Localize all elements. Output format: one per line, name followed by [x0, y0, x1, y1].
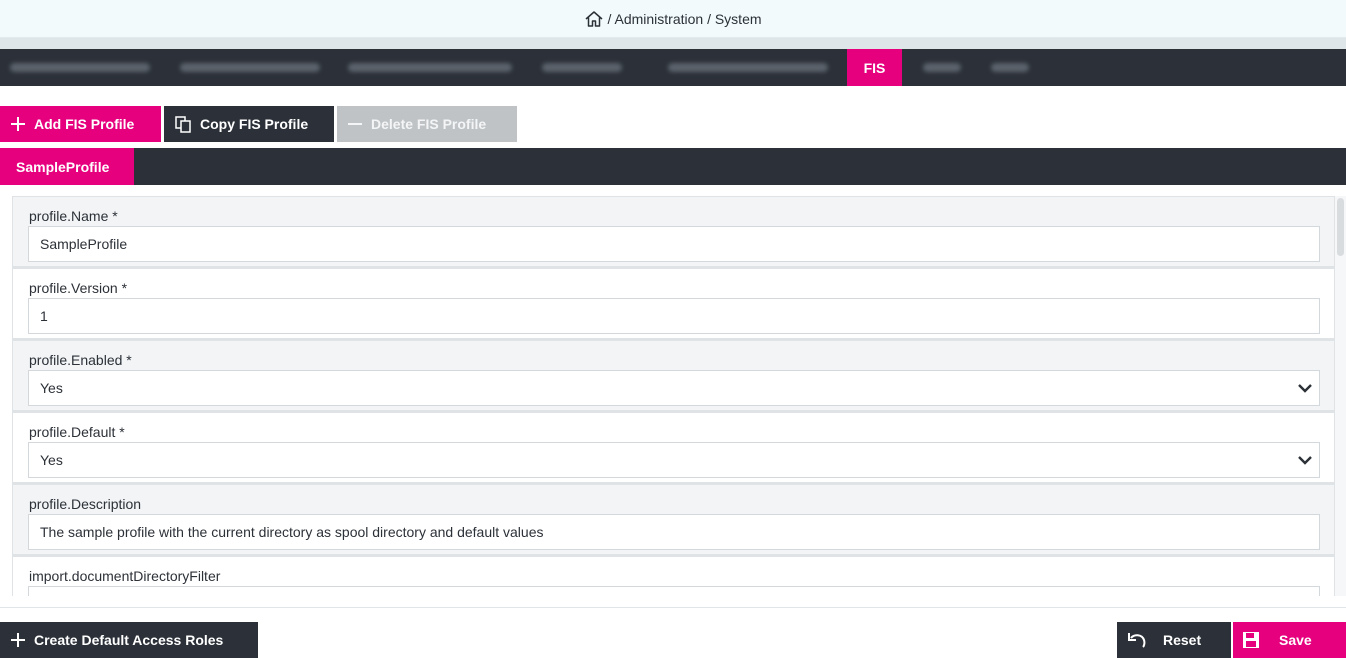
copy-icon: [175, 116, 191, 133]
field-profile-name: profile.Name * SampleProfile: [12, 196, 1335, 268]
create-default-access-roles-button[interactable]: Create Default Access Roles: [0, 622, 258, 658]
save-button[interactable]: Save: [1233, 622, 1346, 658]
copy-fis-profile-button[interactable]: Copy FIS Profile: [164, 106, 334, 142]
nav-tab-8[interactable]: [980, 49, 1040, 86]
nav-tab-2[interactable]: [170, 49, 330, 86]
field-import-document-directory-filter: import.documentDirectoryFilter: [12, 556, 1335, 596]
nav-tab-4[interactable]: [532, 49, 632, 86]
header-divider: [0, 38, 1346, 49]
document-directory-filter-input[interactable]: [28, 586, 1320, 596]
profile-description-input[interactable]: The sample profile with the current dire…: [28, 514, 1320, 550]
field-value: Yes: [40, 380, 63, 396]
top-navigation: FIS: [0, 49, 1346, 86]
copy-fis-profile-label: Copy FIS Profile: [200, 116, 309, 132]
home-icon[interactable]: [584, 9, 604, 29]
chevron-down-icon: [1298, 384, 1312, 393]
field-value: 1: [40, 308, 48, 324]
plus-icon: [11, 633, 25, 647]
breadcrumb: / Administration / System: [0, 0, 1346, 38]
floppy-disk-icon: [1243, 632, 1259, 648]
reset-label: Reset: [1163, 632, 1202, 648]
field-label: profile.Enabled *: [29, 352, 132, 368]
profile-default-select[interactable]: Yes: [28, 442, 1320, 478]
field-profile-enabled: profile.Enabled * Yes: [12, 340, 1335, 412]
footer-divider: [0, 607, 1346, 608]
field-value: The sample profile with the current dire…: [40, 524, 544, 540]
nav-tab-fis[interactable]: FIS: [847, 49, 902, 86]
chevron-down-icon: [1298, 456, 1312, 465]
field-label: profile.Version *: [29, 280, 128, 296]
profile-name-input[interactable]: SampleProfile: [28, 226, 1320, 262]
field-label: profile.Description: [29, 496, 142, 512]
add-fis-profile-button[interactable]: Add FIS Profile: [0, 106, 161, 142]
field-value: Yes: [40, 452, 63, 468]
form-scrollbar[interactable]: [1335, 196, 1346, 596]
profile-tabs: SampleProfile: [0, 148, 1346, 185]
nav-tab-1[interactable]: [0, 49, 160, 86]
profile-tab-sampleprofile[interactable]: SampleProfile: [0, 148, 134, 185]
nav-tab-7[interactable]: [912, 49, 972, 86]
field-value: SampleProfile: [40, 236, 128, 252]
delete-fis-profile-button[interactable]: Delete FIS Profile: [337, 106, 517, 142]
profile-form: profile.Name * SampleProfile profile.Ver…: [12, 196, 1335, 596]
save-label: Save: [1279, 632, 1312, 648]
plus-icon: [11, 117, 25, 131]
field-label: profile.Name *: [29, 208, 118, 224]
minus-icon: [348, 123, 362, 125]
field-label: import.documentDirectoryFilter: [29, 568, 221, 584]
breadcrumb-path: / Administration / System: [607, 10, 762, 27]
profile-enabled-select[interactable]: Yes: [28, 370, 1320, 406]
field-profile-default: profile.Default * Yes: [12, 412, 1335, 484]
nav-tab-3[interactable]: [340, 49, 520, 86]
reset-button[interactable]: Reset: [1117, 622, 1231, 658]
field-label: profile.Default *: [29, 424, 125, 440]
field-profile-version: profile.Version * 1: [12, 268, 1335, 340]
profile-version-input[interactable]: 1: [28, 298, 1320, 334]
create-default-access-roles-label: Create Default Access Roles: [34, 632, 224, 648]
add-fis-profile-label: Add FIS Profile: [34, 116, 135, 132]
scrollbar-thumb[interactable]: [1337, 198, 1344, 256]
delete-fis-profile-label: Delete FIS Profile: [371, 116, 487, 132]
field-profile-description: profile.Description The sample profile w…: [12, 484, 1335, 556]
undo-icon: [1128, 633, 1146, 648]
nav-tab-5[interactable]: [660, 49, 836, 86]
